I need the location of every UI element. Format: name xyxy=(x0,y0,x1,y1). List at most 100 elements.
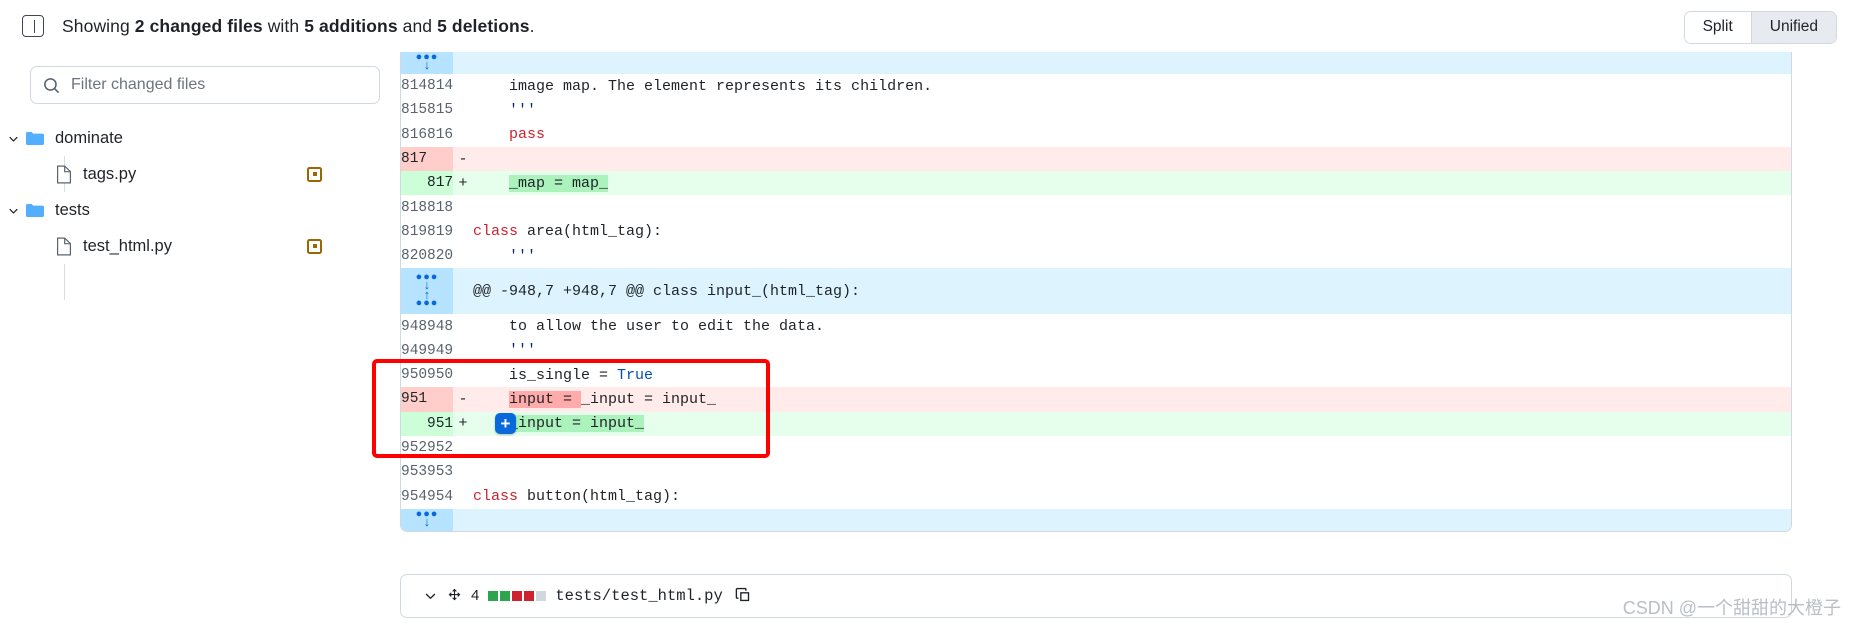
old-line-number[interactable]: 954 xyxy=(401,484,427,509)
diff-row-ctx[interactable]: 816 816 pass xyxy=(401,122,1791,147)
code-line[interactable] xyxy=(473,195,1791,220)
new-line-number[interactable]: 815 xyxy=(427,98,453,123)
split-view-button[interactable]: Split xyxy=(1684,12,1751,43)
old-line-number[interactable]: 948 xyxy=(401,314,427,339)
new-line-number[interactable]: 819 xyxy=(427,219,453,245)
tree-folder-dominate[interactable]: dominate xyxy=(0,120,400,156)
new-line-number[interactable]: 814 xyxy=(427,74,453,99)
dot-square-icon xyxy=(307,166,322,182)
new-line-number[interactable] xyxy=(427,146,453,172)
diff-row-ctx[interactable]: 948 948 to allow the user to edit the dat… xyxy=(401,314,1791,339)
old-line-number[interactable]: 950 xyxy=(401,362,427,388)
filter-changed-files-box[interactable] xyxy=(30,66,380,104)
diff-panel: ●●● ↓ 814 814 image map. The element repres… xyxy=(372,52,1859,627)
code-line[interactable]: _map = map_ xyxy=(473,171,1791,196)
code-line[interactable] xyxy=(473,435,1791,461)
new-line-number[interactable]: 949 xyxy=(427,338,453,363)
tree-file-label: tags.py xyxy=(83,164,137,183)
new-line-number[interactable]: 820 xyxy=(427,244,453,269)
arrow-down-icon: ↓ xyxy=(423,58,431,73)
code-line[interactable] xyxy=(473,146,1791,172)
code-line[interactable]: ''' xyxy=(473,98,1791,123)
diff-stat-block xyxy=(488,590,499,601)
old-line-number[interactable] xyxy=(401,411,427,436)
tree-file-tags-py[interactable]: tags.py xyxy=(0,156,400,192)
old-line-number[interactable]: 814 xyxy=(401,74,427,99)
code-line[interactable]: class area(html_tag): xyxy=(473,219,1791,245)
old-line-number[interactable]: 817 xyxy=(401,146,427,172)
expand-lines-button[interactable]: ●●● ↓ xyxy=(401,52,453,74)
diff-marker xyxy=(453,338,473,363)
diff-row-ctx[interactable]: 815 815 ''' xyxy=(401,98,1791,123)
summary-period: . xyxy=(529,15,535,36)
sidebar-collapse-icon[interactable] xyxy=(22,15,44,37)
code-line[interactable]: pass xyxy=(473,122,1791,147)
diff-marker: + xyxy=(453,171,473,196)
old-line-number[interactable]: 952 xyxy=(401,435,427,461)
chevron-down-icon[interactable] xyxy=(0,204,26,217)
old-line-number[interactable]: 949 xyxy=(401,338,427,363)
new-line-number[interactable]: 818 xyxy=(427,195,453,220)
diff-row-hunk[interactable]: ●●● ↓ ↑ ●●● @@ -948,7 +948,7 @@ class input_… xyxy=(401,268,1791,315)
old-line-number[interactable]: 818 xyxy=(401,195,427,220)
diff-row-del[interactable]: 817- xyxy=(401,146,1791,172)
diff-marker xyxy=(453,362,473,388)
code-line[interactable]: image map. The element represents its ch… xyxy=(473,74,1791,99)
new-line-number[interactable]: 951 xyxy=(427,411,453,436)
summary-with: with xyxy=(262,15,305,36)
diff-row-expand[interactable]: ●●● ↓ xyxy=(401,52,1791,74)
old-line-number[interactable]: 820 xyxy=(401,244,427,269)
tree-folder-tests[interactable]: tests xyxy=(0,192,400,228)
diff-row-add[interactable]: 951 + _input = input_ xyxy=(401,411,1791,436)
diff-row-expand[interactable]: ●●● ↓ xyxy=(401,508,1791,531)
code-line[interactable]: is_single = True xyxy=(473,362,1791,388)
old-line-number[interactable]: 816 xyxy=(401,122,427,147)
chevron-down-icon[interactable] xyxy=(423,588,438,603)
diff-row-ctx[interactable]: 949 949 ''' xyxy=(401,338,1791,363)
old-line-number[interactable]: 815 xyxy=(401,98,427,123)
expand-lines-button[interactable]: ●●● ↓ xyxy=(401,508,453,531)
new-line-number[interactable]: 954 xyxy=(427,484,453,509)
diff-row-ctx[interactable]: 814 814 image map. The element represents… xyxy=(401,74,1791,99)
code-line[interactable]: to allow the user to edit the data. xyxy=(473,314,1791,339)
old-line-number[interactable] xyxy=(401,171,427,196)
filter-changed-files-input[interactable] xyxy=(69,75,349,95)
add-comment-button[interactable]: + xyxy=(495,413,516,435)
code-line[interactable]: input = _input = input_ xyxy=(473,387,1791,412)
new-line-number[interactable] xyxy=(427,387,453,412)
drag-handle-icon[interactable] xyxy=(447,588,462,603)
code-line[interactable]: _input = input_ xyxy=(473,411,1791,436)
code-line[interactable] xyxy=(473,460,1791,485)
diff-row-ctx[interactable]: 820 820 ''' xyxy=(401,244,1791,269)
diff-row-add[interactable]: 817 + _map = map_ xyxy=(401,171,1791,196)
new-line-number[interactable]: 952 xyxy=(427,435,453,461)
diff-row-del[interactable]: 951 - input = _input = input_ xyxy=(401,387,1791,412)
diff-row-ctx[interactable]: 818 818 xyxy=(401,195,1791,220)
old-line-number[interactable]: 953 xyxy=(401,460,427,485)
old-line-number[interactable]: 951 xyxy=(401,387,427,412)
chevron-down-icon[interactable] xyxy=(0,132,26,145)
summary-deletions: 5 deletions xyxy=(437,15,530,36)
tree-indent-guide xyxy=(64,264,65,300)
new-line-number[interactable]: 816 xyxy=(427,122,453,147)
diff-marker xyxy=(453,435,473,461)
new-line-number[interactable]: 950 xyxy=(427,362,453,388)
diff-marker xyxy=(453,195,473,220)
tree-file-test-html-py[interactable]: test_html.py xyxy=(0,228,400,264)
diff-row-ctx[interactable]: 952 952 xyxy=(401,435,1791,461)
unified-view-button[interactable]: Unified xyxy=(1750,12,1836,43)
old-line-number[interactable]: 819 xyxy=(401,219,427,245)
code-line[interactable]: class button(html_tag): xyxy=(473,484,1791,509)
new-line-number[interactable]: 948 xyxy=(427,314,453,339)
expand-lines-button[interactable]: ●●● ↓ ↑ ●●● xyxy=(401,268,453,315)
copy-icon[interactable] xyxy=(735,587,752,604)
new-line-number[interactable]: 953 xyxy=(427,460,453,485)
diff-row-ctx[interactable]: 819 819 class area(html_tag): xyxy=(401,219,1791,245)
new-line-number[interactable]: 817 xyxy=(427,171,453,196)
diff-row-ctx[interactable]: 954 954 class button(html_tag): xyxy=(401,484,1791,509)
diff-row-ctx[interactable]: 950 950 is_single = True xyxy=(401,362,1791,388)
code-line[interactable]: ''' xyxy=(473,244,1791,269)
diff-row-ctx[interactable]: 953 953 xyxy=(401,460,1791,485)
code-line[interactable]: ''' xyxy=(473,338,1791,363)
file-header-test-html-py[interactable]: 4 tests/test_html.py xyxy=(400,573,1792,618)
